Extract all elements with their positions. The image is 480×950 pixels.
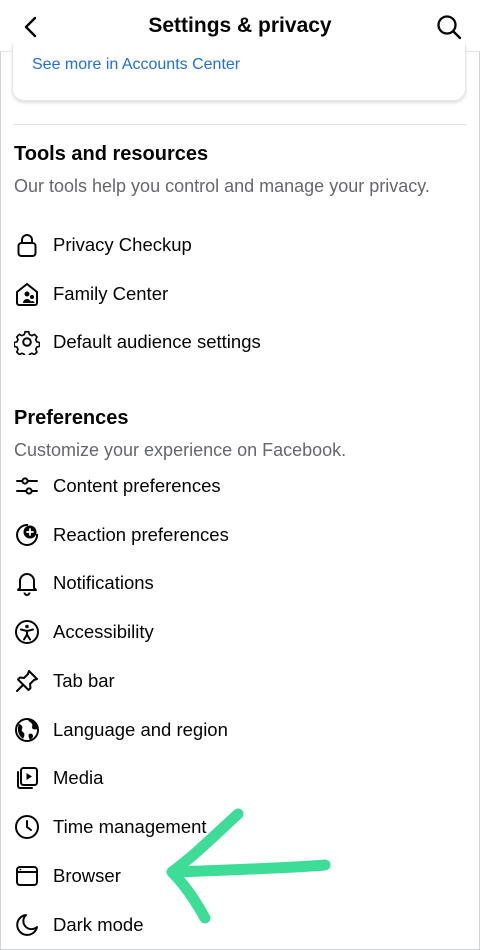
section-divider [13,124,466,125]
family-home-icon [13,280,41,308]
search-button[interactable] [434,12,464,42]
menu-item-default-audience[interactable]: Default audience settings [0,322,480,362]
lock-icon [13,231,41,259]
menu-item-label: Browser [53,865,121,886]
menu-item-language-region[interactable]: Language and region [0,710,480,750]
accounts-center-link[interactable]: See more in Accounts Center [32,56,240,74]
menu-item-label: Family Center [53,283,169,304]
menu-item-reaction-preferences[interactable]: Reaction preferences [0,515,480,555]
preferences-section-description: Customize your experience on Facebook. [14,440,347,460]
menu-item-label: Accessibility [53,621,154,642]
menu-item-label: Privacy Checkup [53,234,192,255]
media-play-icon [13,764,41,792]
tools-section-title: Tools and resources [14,143,209,165]
menu-item-privacy-checkup[interactable]: Privacy Checkup [0,225,480,265]
moon-icon [13,911,41,939]
clock-icon [13,813,41,841]
bell-icon [13,569,41,597]
page-title: Settings & privacy [148,14,332,37]
menu-item-label: Media [53,767,104,788]
menu-item-browser[interactable]: Browser [0,856,480,896]
menu-item-accessibility[interactable]: Accessibility [0,612,480,652]
menu-item-label: Tab bar [53,670,115,691]
accounts-center-card: See more in Accounts Center [12,44,466,101]
preferences-section-title: Preferences [14,407,129,429]
search-icon [436,14,462,40]
menu-item-label: Notifications [53,572,154,593]
menu-item-label: Dark mode [53,914,144,935]
browser-window-icon [13,862,41,890]
menu-item-notifications[interactable]: Notifications [0,563,480,603]
menu-item-label: Default audience settings [53,331,261,352]
menu-item-label: Time management [53,816,207,837]
menu-item-label: Language and region [53,719,228,740]
pin-icon [13,667,41,695]
menu-item-media[interactable]: Media [0,758,480,798]
globe-icon [13,716,41,744]
menu-item-dark-mode[interactable]: Dark mode [0,905,480,945]
gear-icon [13,328,41,356]
reaction-icon [13,521,41,549]
menu-item-tab-bar[interactable]: Tab bar [0,661,480,701]
menu-item-label: Content preferences [53,475,221,496]
menu-item-label: Reaction preferences [53,524,229,545]
tools-section-description: Our tools help you control and manage yo… [14,176,430,196]
sliders-icon [13,472,41,500]
menu-item-time-management[interactable]: Time management [0,807,480,847]
accessibility-icon [13,618,41,646]
menu-item-content-preferences[interactable]: Content preferences [0,466,480,506]
menu-item-family-center[interactable]: Family Center [0,274,480,314]
